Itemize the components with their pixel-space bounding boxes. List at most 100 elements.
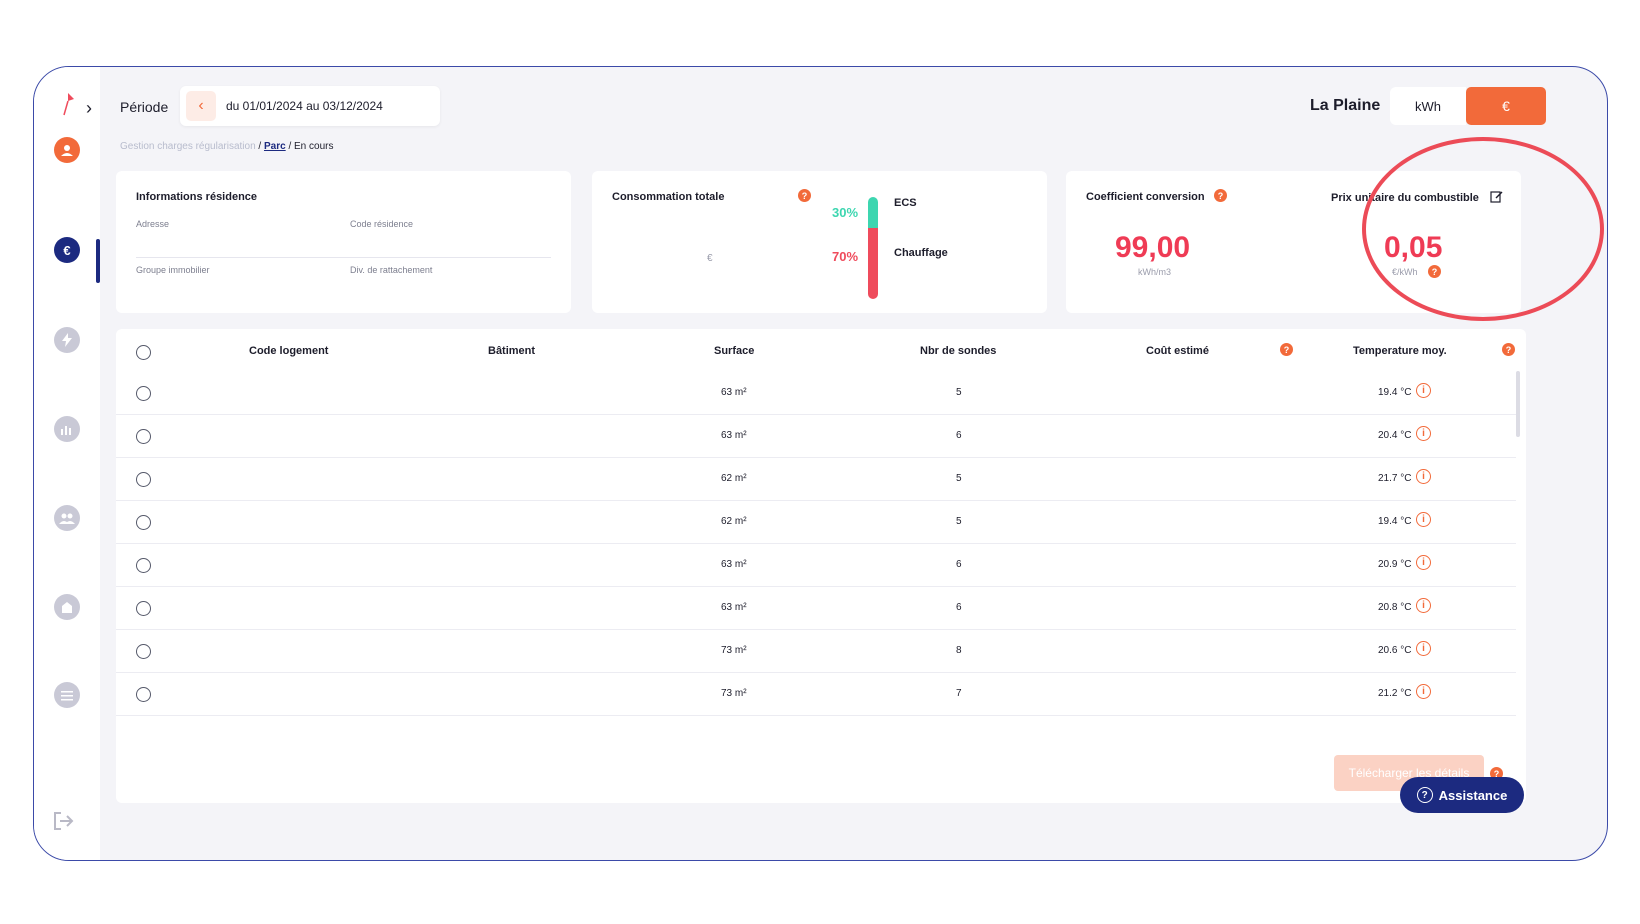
previous-period-button[interactable]: ‹ [186,91,216,121]
table-row[interactable]: 63 m² 5 19.4 °C i [116,372,1516,415]
surface-cell: 63 m² [721,430,747,441]
help-icon[interactable]: ? [1280,343,1293,356]
table-row[interactable]: 63 m² 6 20.9 °C i [116,544,1516,587]
sidebar: › € [34,67,100,860]
surface-cell: 73 m² [721,645,747,656]
surface-cell: 73 m² [721,688,747,699]
info-icon[interactable]: i [1416,469,1431,484]
temperature-cell: 20.6 °C [1378,645,1412,656]
temperature-cell: 20.9 °C [1378,559,1412,570]
assistance-button[interactable]: ? Assistance [1400,777,1524,813]
column-header-code[interactable]: Code logement [249,345,328,357]
breadcrumb-parc[interactable]: Parc [264,141,286,152]
sondes-cell: 6 [956,602,962,613]
surface-cell: 63 m² [721,559,747,570]
ecs-percentage: 30% [832,205,859,220]
surface-cell: 62 m² [721,473,747,484]
users-group-icon[interactable] [54,505,80,531]
sondes-cell: 6 [956,559,962,570]
app-logo [63,93,74,116]
help-icon[interactable]: ? [1214,189,1227,202]
app-frame: › € Période ‹ du 01/01/2024 au 03/12/202 [33,66,1608,861]
column-header-surface[interactable]: Surface [714,345,754,357]
consumption-currency: € [707,253,713,264]
info-icon[interactable]: i [1416,641,1431,656]
site-name: La Plaine [1310,97,1381,114]
row-checkbox[interactable] [136,558,151,573]
table-row[interactable]: 62 m² 5 19.4 °C i [116,501,1516,544]
residence-card-title: Informations résidence [136,191,258,203]
highlight-circle-annotation [1362,137,1604,321]
help-icon[interactable]: ? [1502,343,1515,356]
breadcrumb-separator: / [255,141,264,152]
analytics-icon[interactable] [54,416,80,442]
info-icon[interactable]: i [1416,512,1431,527]
sondes-cell: 5 [956,473,962,484]
settings-sliders-icon[interactable] [54,682,80,708]
logout-icon[interactable] [53,811,81,835]
chauffage-percentage: 70% [832,249,859,264]
breadcrumb: Gestion charges régularisation / Parc / … [120,141,333,152]
table-scrollbar[interactable] [1516,371,1520,437]
row-checkbox[interactable] [136,429,151,444]
chauffage-bar [868,228,878,299]
consumption-card-title: Consommation totale [612,191,725,203]
table-row[interactable]: 63 m² 6 20.8 °C i [116,587,1516,630]
total-consumption-card: Consommation totale ? € 30% 70% ECS Chau… [592,171,1047,313]
building-cloud-icon[interactable] [54,594,80,620]
unit-euro-button[interactable]: € [1466,87,1546,125]
ecs-bar [868,197,878,228]
table-row[interactable]: 73 m² 7 21.2 °C i [116,673,1516,716]
breadcrumb-current: En cours [294,141,334,152]
surface-cell: 63 m² [721,387,747,398]
property-group-label: Groupe immobilier [136,265,210,275]
row-checkbox[interactable] [136,386,151,401]
chauffage-label: Chauffage [894,247,948,259]
energy-icon[interactable] [54,327,80,353]
coefficient-unit: kWh/m3 [1138,267,1172,277]
row-checkbox[interactable] [136,644,151,659]
table-row[interactable]: 62 m² 5 21.7 °C i [116,458,1516,501]
temperature-cell: 19.4 °C [1378,516,1412,527]
info-icon[interactable]: i [1416,598,1431,613]
residence-code-label: Code résidence [350,219,414,229]
column-header-cout[interactable]: Coût estimé [1146,345,1209,357]
table-row[interactable]: 73 m² 8 20.6 °C i [116,630,1516,673]
help-icon[interactable]: ? [798,189,811,202]
temperature-cell: 20.4 °C [1378,430,1412,441]
user-profile-icon[interactable] [54,137,80,163]
sondes-cell: 5 [956,516,962,527]
residence-info-card: Informations résidence Adresse Code rési… [116,171,571,313]
unit-kwh-button[interactable]: kWh [1390,87,1467,125]
info-icon[interactable]: i [1416,426,1431,441]
column-header-sondes[interactable]: Nbr de sondes [920,345,996,357]
select-all-checkbox[interactable] [136,345,151,360]
sondes-cell: 5 [956,387,962,398]
row-checkbox[interactable] [136,687,151,702]
assistance-label: Assistance [1438,787,1508,803]
column-header-batiment[interactable]: Bâtiment [488,345,535,357]
unit-toggle: kWh € [1390,87,1546,125]
temperature-cell: 21.2 °C [1378,688,1412,699]
temperature-cell: 21.7 °C [1378,473,1412,484]
row-checkbox[interactable] [136,601,151,616]
ecs-label: ECS [894,197,917,209]
euro-icon[interactable]: € [54,237,80,263]
sondes-cell: 7 [956,688,962,699]
coefficient-title: Coefficient conversion [1086,191,1205,203]
period-selector[interactable]: ‹ du 01/01/2024 au 03/12/2024 [180,86,440,126]
temperature-cell: 19.4 °C [1378,387,1412,398]
main-content: Période ‹ du 01/01/2024 au 03/12/2024 Ge… [100,67,1607,860]
row-checkbox[interactable] [136,472,151,487]
info-icon[interactable]: i [1416,684,1431,699]
expand-sidebar-icon[interactable]: › [86,98,92,119]
info-icon[interactable]: i [1416,383,1431,398]
column-header-temperature[interactable]: Temperature moy. [1353,345,1447,357]
row-checkbox[interactable] [136,515,151,530]
breadcrumb-root[interactable]: Gestion charges régularisation [120,141,256,152]
info-icon[interactable]: i [1416,555,1431,570]
address-label: Adresse [136,219,170,229]
question-circle-icon: ? [1416,787,1433,803]
division-label: Div. de rattachement [350,265,433,275]
table-row[interactable]: 63 m² 6 20.4 °C i [116,415,1516,458]
